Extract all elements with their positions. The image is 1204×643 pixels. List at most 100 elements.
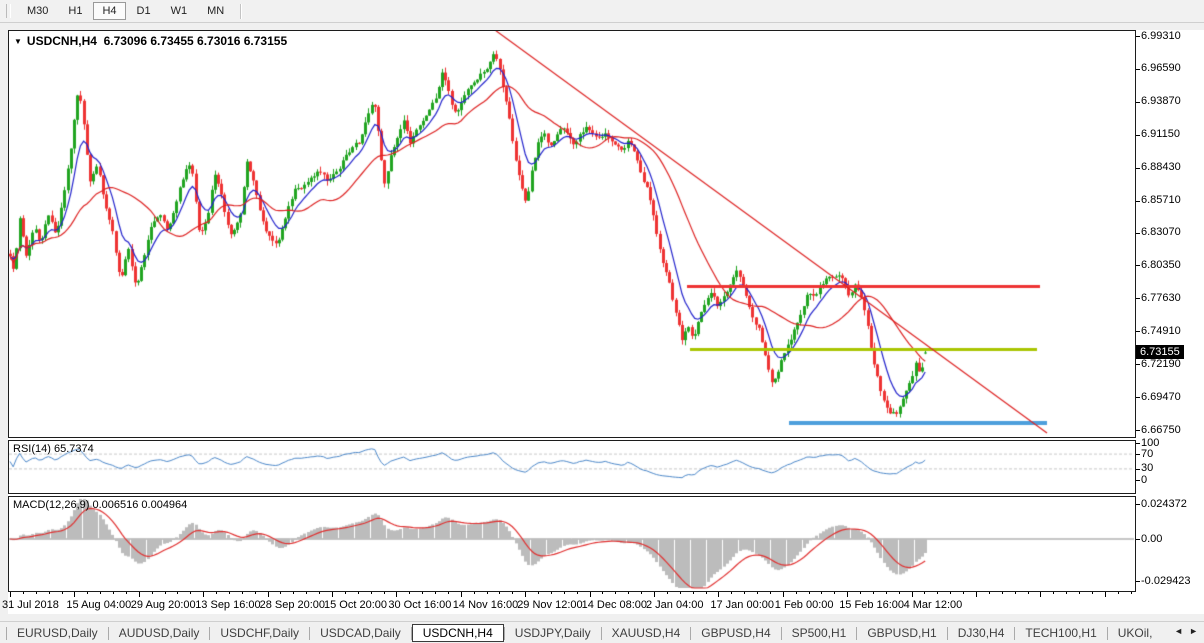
time-axis-label: 14 Nov 16:00: [452, 599, 519, 611]
time-axis-tick: [190, 592, 191, 594]
symbol-tab-usdjpy-daily[interactable]: USDJPY,Daily: [505, 624, 601, 642]
symbol-tab-gbpusd-h4[interactable]: GBPUSD,H4: [691, 624, 780, 642]
timeframe-button-w1[interactable]: W1: [162, 2, 197, 20]
price-axis-label: 6.74910: [1141, 324, 1181, 337]
macd-axis-tick: [1136, 539, 1140, 540]
timeframe-toolbar: M30 H1 H4 D1 W1 MN: [0, 0, 1204, 23]
price-axis-label: 6.88430: [1141, 161, 1181, 174]
time-axis-tick: [435, 592, 436, 594]
time-axis-tick: [280, 592, 281, 594]
symbol-tab-audusd-daily[interactable]: AUDUSD,Daily: [109, 624, 210, 642]
time-axis-tick: [306, 592, 307, 594]
time-axis-tick: [1092, 592, 1093, 594]
time-axis-tick: [512, 592, 513, 594]
tab-scroll-left-icon[interactable]: ◄: [1174, 626, 1189, 636]
time-axis-label: 4 Mar 12:00: [903, 599, 963, 611]
time-axis-tick: [1002, 592, 1003, 594]
time-axis-tick: [551, 592, 552, 594]
tab-scroll-right-icon[interactable]: ►: [1189, 626, 1204, 636]
symbol-tab-sp500-h1[interactable]: SP500,H1: [782, 624, 857, 642]
symbol-tab-ukoil-[interactable]: UKOil,: [1108, 624, 1163, 642]
time-axis-tick: [319, 592, 320, 594]
chart-title-symbol: USDCNH,H4: [26, 34, 97, 48]
symbol-tab-eurusd-daily[interactable]: EURUSD,Daily: [7, 624, 108, 642]
price-axis-tick: [1136, 397, 1140, 399]
time-axis-tick: [487, 592, 488, 594]
time-axis-tick: [177, 592, 178, 594]
time-axis-tick: [396, 592, 397, 597]
time-axis-tick: [358, 592, 359, 594]
time-axis-tick: [165, 592, 166, 594]
time-axis-label: 28 Sep 20:00: [259, 599, 326, 611]
time-axis-tick: [229, 592, 230, 594]
price-axis-label: 6.69470: [1141, 390, 1181, 403]
time-axis-tick: [937, 592, 938, 594]
time-axis-tick: [873, 592, 874, 594]
price-axis-label: 6.66750: [1141, 423, 1181, 436]
time-axis-tick: [1105, 592, 1106, 597]
price-axis-label: 6.83070: [1141, 226, 1181, 239]
time-axis-tick: [1015, 592, 1016, 594]
macd-axis-label: 0.00: [1141, 532, 1163, 545]
toolbar-separator: [240, 3, 243, 19]
current-price-tag: 6.73155: [1136, 345, 1184, 360]
chart-dropdown-icon[interactable]: ▼: [14, 37, 22, 46]
time-axis-tick: [345, 592, 346, 594]
symbol-tab-tech100-h1[interactable]: TECH100,H1: [1015, 624, 1106, 642]
time-axis-tick: [809, 592, 810, 594]
timeframe-button-h4[interactable]: H4: [93, 2, 126, 20]
time-axis-tick: [242, 592, 243, 594]
price-axis-tick: [1136, 101, 1140, 103]
rsi-axis-tick: [1136, 443, 1140, 444]
macd-axis-tick: [1136, 581, 1140, 583]
time-axis-tick: [49, 592, 50, 594]
time-axis-tick: [693, 592, 694, 594]
time-axis-tick: [667, 592, 668, 594]
time-axis-tick: [899, 592, 900, 594]
time-axis-tick: [989, 592, 990, 594]
time-axis-tick: [615, 592, 616, 594]
rsi-label: RSI(14) 65.7374: [13, 443, 94, 455]
symbol-tab-usdcnh-h4[interactable]: USDCNH,H4: [411, 624, 504, 642]
symbol-tab-xauusd-h4[interactable]: XAUUSD,H4: [602, 624, 691, 642]
time-axis-tick: [152, 592, 153, 594]
time-axis-tick: [577, 592, 578, 594]
time-axis-tick: [422, 592, 423, 594]
rsi-axis-label: 70: [1141, 447, 1154, 460]
time-axis-tick: [10, 592, 11, 597]
rsi-axis-label: 0: [1141, 473, 1148, 486]
price-axis-tick: [1136, 200, 1140, 202]
timeframe-button-m30[interactable]: M30: [18, 2, 57, 20]
time-axis-label: 29 Nov 12:00: [517, 599, 583, 611]
time-axis-label: 30 Oct 16:00: [388, 599, 452, 611]
time-axis-tick: [860, 592, 861, 594]
time-axis-tick: [538, 592, 539, 594]
time-axis-label: 2 Jan 04:00: [646, 599, 704, 611]
time-axis-tick: [924, 592, 925, 594]
toolbar-grip-icon[interactable]: [6, 4, 11, 18]
time-axis-tick: [564, 592, 565, 594]
time-axis-tick: [1040, 592, 1041, 597]
time-axis-tick: [255, 592, 256, 594]
time-axis-tick: [847, 592, 848, 597]
time-axis-tick: [203, 592, 204, 597]
time-axis-tick: [499, 592, 500, 594]
time-axis-tick: [409, 592, 410, 594]
price-axis-tick: [1136, 298, 1140, 300]
symbol-tab-gbpusd-h1[interactable]: GBPUSD,H1: [857, 624, 946, 642]
symbol-tab-usdchf-daily[interactable]: USDCHF,Daily: [210, 624, 309, 642]
price-axis-tick: [1136, 331, 1140, 333]
rsi-canvas[interactable]: [9, 441, 1135, 493]
time-axis-tick: [332, 592, 333, 597]
chart-title: ▼ USDCNH,H4 6.73096 6.73455 6.73016 6.731…: [14, 34, 287, 48]
time-axis-tick: [757, 592, 758, 594]
timeframe-button-h1[interactable]: H1: [59, 2, 91, 20]
symbol-tab-dj30-h4[interactable]: DJ30,H4: [948, 624, 1015, 642]
time-axis-label: 13 Sep 16:00: [195, 599, 261, 611]
timeframe-button-d1[interactable]: D1: [128, 2, 160, 20]
main-chart-canvas[interactable]: [9, 31, 1135, 437]
timeframe-button-mn[interactable]: MN: [198, 2, 233, 20]
time-axis-tick: [36, 592, 37, 594]
price-axis-tick: [1136, 265, 1140, 267]
symbol-tab-usdcad-daily[interactable]: USDCAD,Daily: [310, 624, 411, 642]
